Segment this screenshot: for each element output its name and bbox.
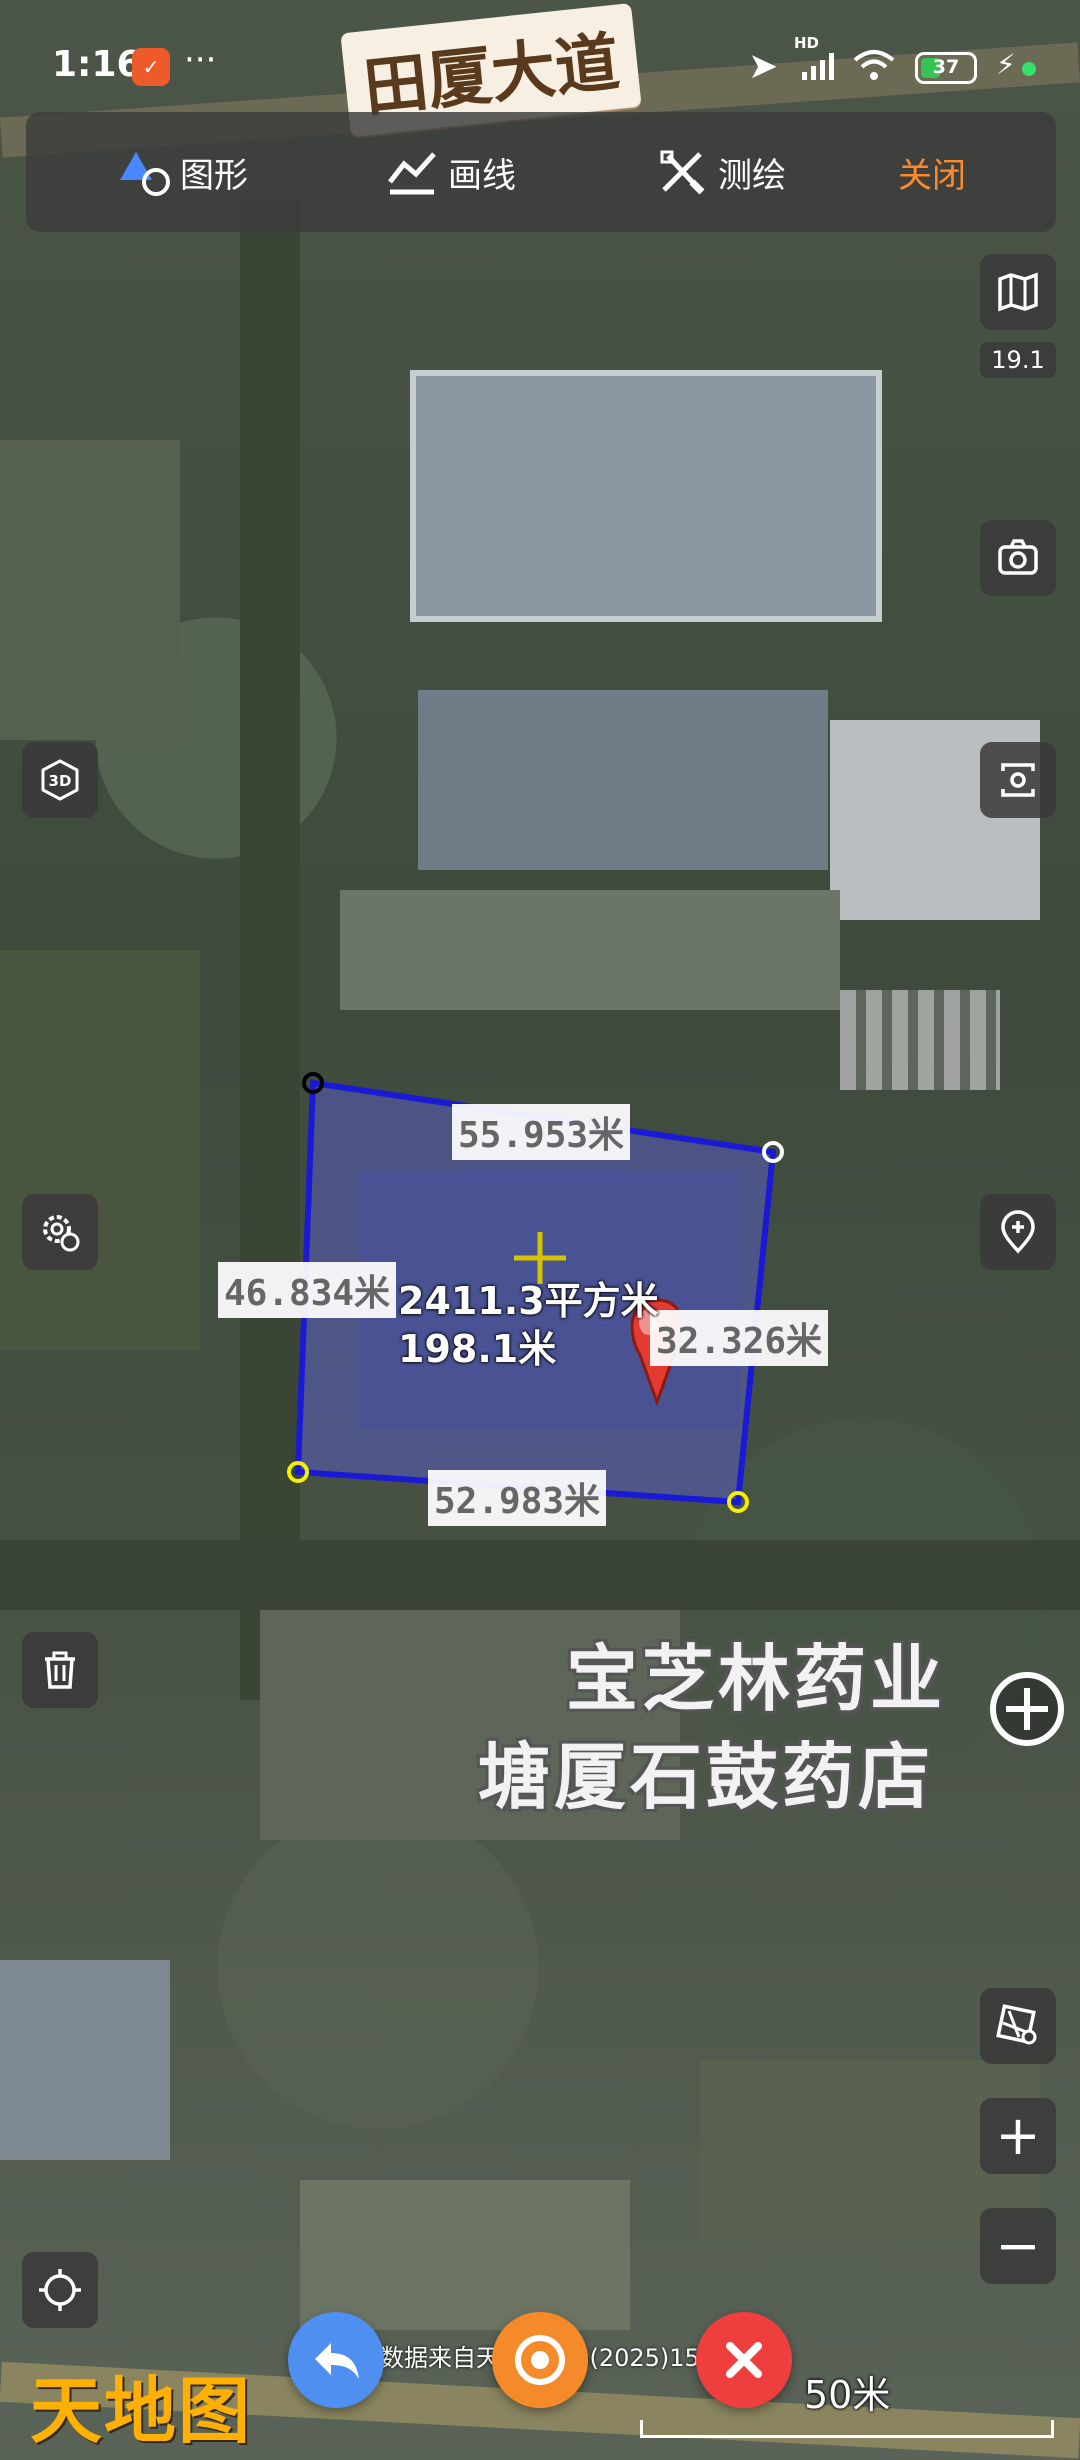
map-settings-button[interactable] xyxy=(22,1194,98,1270)
signal-icon xyxy=(802,53,834,80)
area-value: 2411.3平方米 xyxy=(398,1279,659,1323)
map-layers-icon xyxy=(998,272,1038,312)
rotate-camera-icon xyxy=(1001,763,1035,797)
target-icon xyxy=(515,2335,565,2385)
tool-shape-button[interactable]: 图形 xyxy=(116,142,248,202)
charging-icon: ⚡ xyxy=(996,48,1016,81)
undo-icon xyxy=(315,2343,359,2379)
locate-button[interactable] xyxy=(22,2252,98,2328)
shape-icon xyxy=(120,152,170,196)
building-roof xyxy=(0,1960,170,2160)
tool-shape-label: 图形 xyxy=(180,155,248,196)
satellite-map[interactable] xyxy=(0,0,1080,2460)
map-grid-button[interactable] xyxy=(980,1988,1056,2064)
poi-plus-icon[interactable] xyxy=(990,1672,1064,1746)
parking-lot xyxy=(840,990,1000,1090)
building-roof xyxy=(0,440,180,740)
tool-line-button[interactable]: 画线 xyxy=(384,142,516,202)
building-roof xyxy=(300,2180,630,2330)
map-grid-icon xyxy=(996,2004,1037,2045)
scale-label: 50米 xyxy=(804,2373,891,2417)
map-layers-button[interactable] xyxy=(980,254,1056,330)
app-notification-icon: ✓ xyxy=(132,48,170,86)
battery-level: 37 xyxy=(932,56,960,78)
navigation-icon: ➤ xyxy=(748,46,779,87)
scale-bar xyxy=(640,2420,1054,2438)
side-length-bottom: 52.983米 xyxy=(428,1470,607,1526)
road-strip xyxy=(0,1540,1080,1610)
draw-line-icon xyxy=(388,152,436,195)
zoom-out-button[interactable]: − xyxy=(980,2208,1056,2284)
settings-icon xyxy=(43,1215,80,1252)
close-icon xyxy=(726,2342,762,2378)
undo-button[interactable] xyxy=(288,2312,384,2408)
zoom-out-label: − xyxy=(995,2214,1041,2277)
zoom-in-button[interactable]: + xyxy=(980,2098,1056,2174)
trash-icon xyxy=(45,1651,75,1689)
add-location-button[interactable] xyxy=(980,1194,1056,1270)
tool-survey-label: 测绘 xyxy=(718,155,786,196)
status-dot xyxy=(1022,62,1036,76)
add-location-icon xyxy=(1001,1210,1035,1254)
three-d-label: 3D xyxy=(49,772,72,790)
building-roof xyxy=(418,690,828,870)
zoom-in-label: + xyxy=(995,2104,1041,2167)
cancel-button[interactable] xyxy=(696,2312,792,2408)
rotate-camera-button[interactable] xyxy=(980,742,1056,818)
poi-label[interactable]: 宝芝林药业 xyxy=(566,1620,946,1725)
target-button[interactable] xyxy=(492,2312,588,2408)
camera-icon xyxy=(998,539,1038,575)
building-roof xyxy=(410,370,882,622)
three-d-button[interactable]: 3D xyxy=(22,742,98,818)
status-time: 1:16 xyxy=(52,44,142,85)
delete-button[interactable] xyxy=(22,1632,98,1708)
cube-3d-icon: 3D xyxy=(41,759,79,801)
perimeter-value: 198.1米 xyxy=(398,1327,557,1371)
wifi-icon xyxy=(853,50,895,80)
tool-line-label: 画线 xyxy=(448,155,516,196)
poi-label[interactable]: 塘厦石鼓药店 xyxy=(478,1718,934,1823)
screenshot-button[interactable] xyxy=(980,520,1056,596)
tianditu-logo: 天地图 xyxy=(30,2368,253,2453)
battery-indicator: 37 xyxy=(915,52,977,84)
side-length-top: 55.953米 xyxy=(452,1104,631,1160)
measure-toolbar: 图形 画线 测绘 关闭 xyxy=(26,112,1056,232)
status-more: ··· xyxy=(184,40,217,80)
road-strip xyxy=(240,200,300,1700)
close-toolbar-button[interactable]: 关闭 xyxy=(898,142,966,202)
locate-icon xyxy=(39,2269,81,2311)
building-roof xyxy=(0,950,200,1350)
zoom-level: 19.1 xyxy=(980,342,1056,378)
side-length-right: 32.326米 xyxy=(650,1310,829,1366)
tool-survey-button[interactable]: 测绘 xyxy=(654,142,786,202)
side-length-left: 46.834米 xyxy=(218,1262,397,1318)
building-roof xyxy=(340,890,840,1010)
survey-icon xyxy=(660,150,705,195)
